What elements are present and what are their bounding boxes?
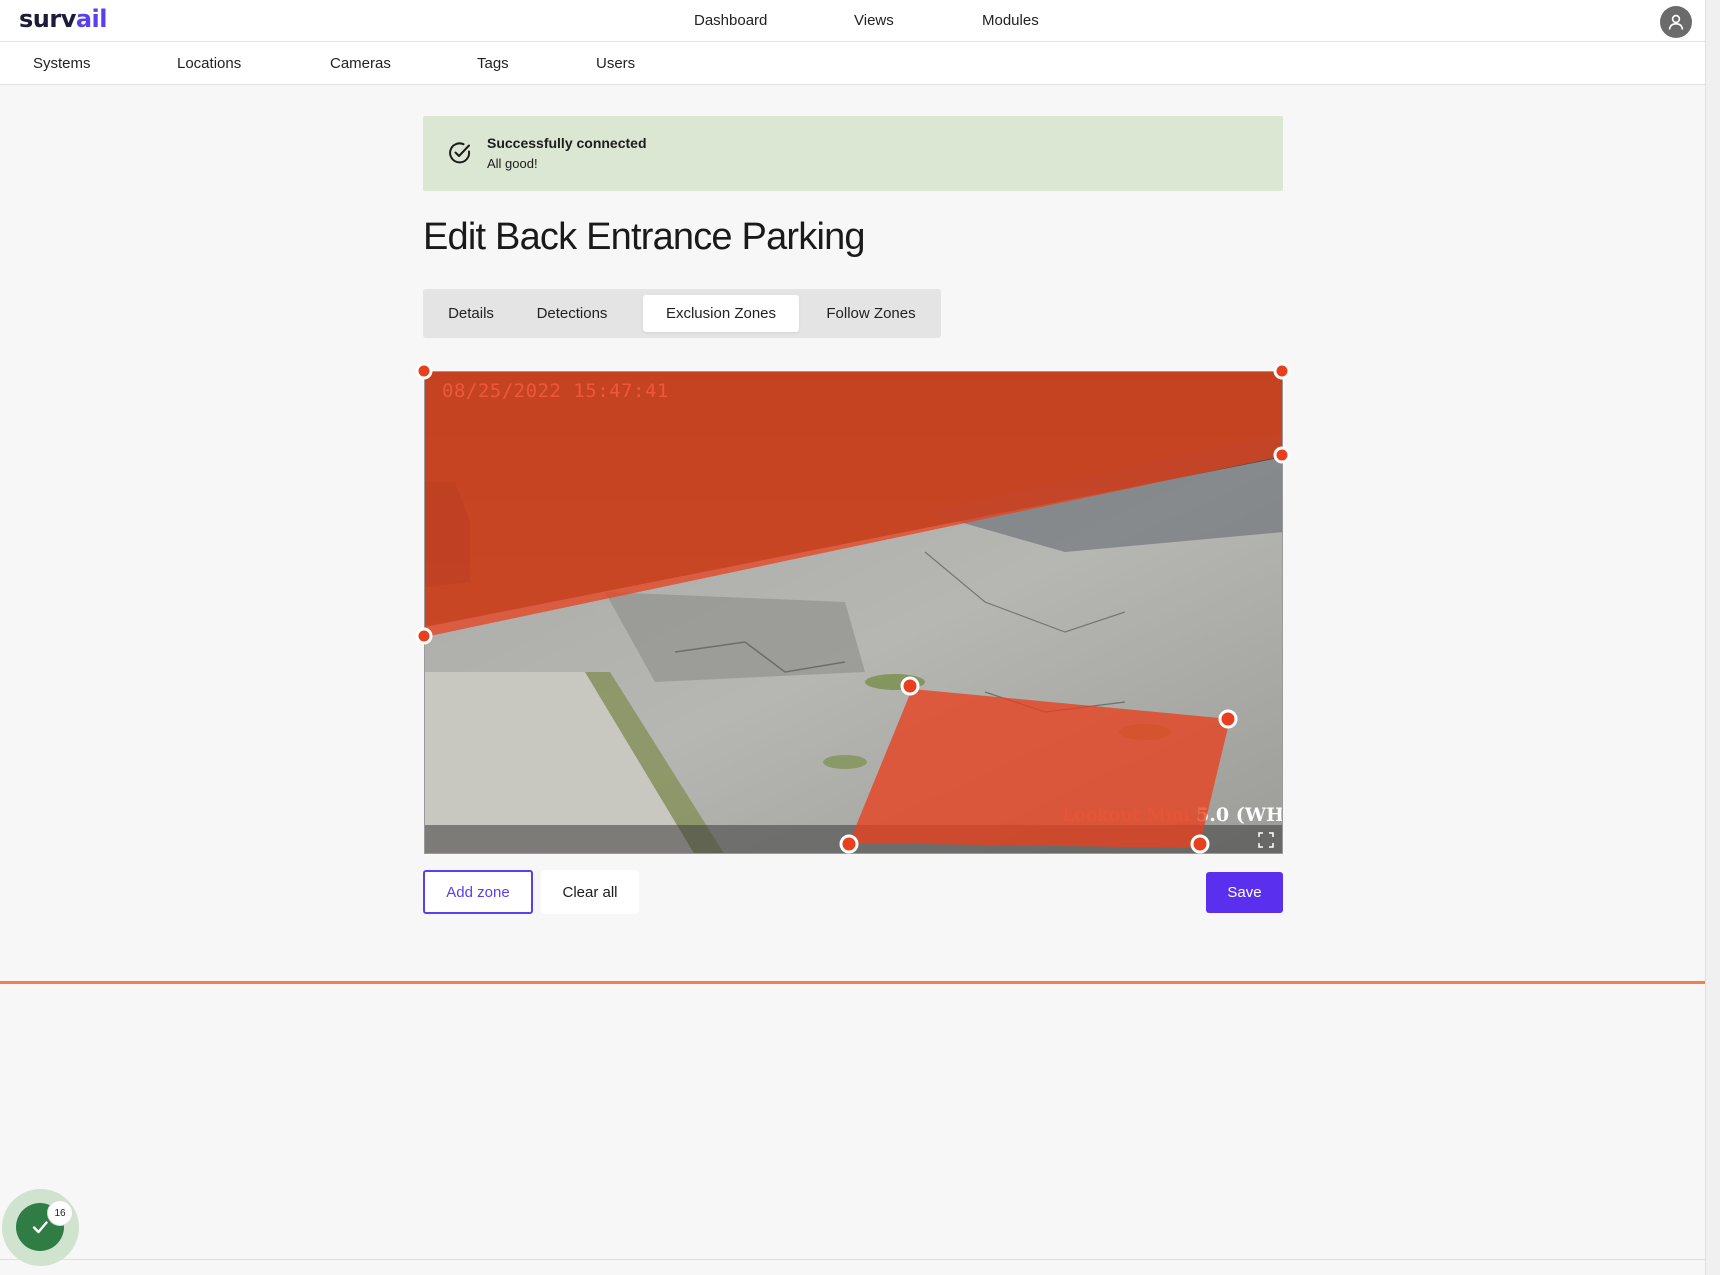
zone-1-handle-top-left[interactable] (415, 362, 433, 380)
subnav-systems[interactable]: Systems (33, 55, 91, 72)
success-alert: Successfully connected All good! (423, 116, 1283, 191)
zone-2-handle-top[interactable] (900, 676, 920, 696)
camera-preview[interactable]: 08/25/2022 15:47:41 Lookout Mini 5.0 (WH (424, 371, 1283, 854)
notification-count-badge: 16 (48, 1201, 72, 1225)
camera-timestamp: 08/25/2022 15:47:41 (442, 380, 669, 402)
alert-title: Successfully connected (487, 135, 647, 151)
camera-model-label: Lookout Mini 5.0 (WH (1061, 804, 1283, 826)
nav-dashboard[interactable]: Dashboard (694, 12, 767, 29)
camera-frame (425, 372, 1282, 853)
alert-message: All good! (487, 156, 538, 171)
nav-views[interactable]: Views (854, 12, 894, 29)
zone-1-handle-top-right[interactable] (1273, 362, 1291, 380)
zone-2-handle-right[interactable] (1218, 709, 1238, 729)
check-icon (32, 1221, 48, 1234)
zone-1-handle-left[interactable] (415, 627, 433, 645)
subnav-tags[interactable]: Tags (477, 55, 509, 72)
fullscreen-icon[interactable] (1258, 832, 1274, 848)
add-zone-button[interactable]: Add zone (423, 870, 533, 914)
check-circle-icon (449, 142, 471, 164)
subnav-users[interactable]: Users (596, 55, 635, 72)
subnav-locations[interactable]: Locations (177, 55, 241, 72)
tab-details[interactable]: Details (429, 295, 513, 332)
page-title: Edit Back Entrance Parking (423, 216, 866, 258)
section-divider (0, 981, 1705, 984)
subnav-cameras[interactable]: Cameras (330, 55, 391, 72)
user-icon (1668, 14, 1684, 30)
zone-1-handle-right[interactable] (1273, 446, 1291, 464)
nav-modules[interactable]: Modules (982, 12, 1039, 29)
main-nav: Dashboard Views Modules (0, 0, 1705, 42)
tab-detections[interactable]: Detections (519, 295, 625, 332)
tab-exclusion-zones[interactable]: Exclusion Zones (643, 295, 799, 332)
clear-all-button[interactable]: Clear all (541, 870, 639, 914)
avatar[interactable] (1660, 6, 1692, 38)
page-scrollbar[interactable] (1705, 0, 1720, 1275)
tab-follow-zones[interactable]: Follow Zones (807, 295, 935, 332)
footer-divider (0, 1259, 1705, 1260)
sub-nav: Systems Locations Cameras Tags Users (0, 42, 1705, 85)
zone-2-handle-bottom-right[interactable] (1190, 834, 1210, 854)
zone-2-handle-bottom-left[interactable] (839, 834, 859, 854)
tab-bar: Details Detections Exclusion Zones Follo… (423, 289, 941, 338)
save-button[interactable]: Save (1206, 872, 1283, 913)
top-bar: survail Dashboard Views Modules (0, 0, 1705, 42)
